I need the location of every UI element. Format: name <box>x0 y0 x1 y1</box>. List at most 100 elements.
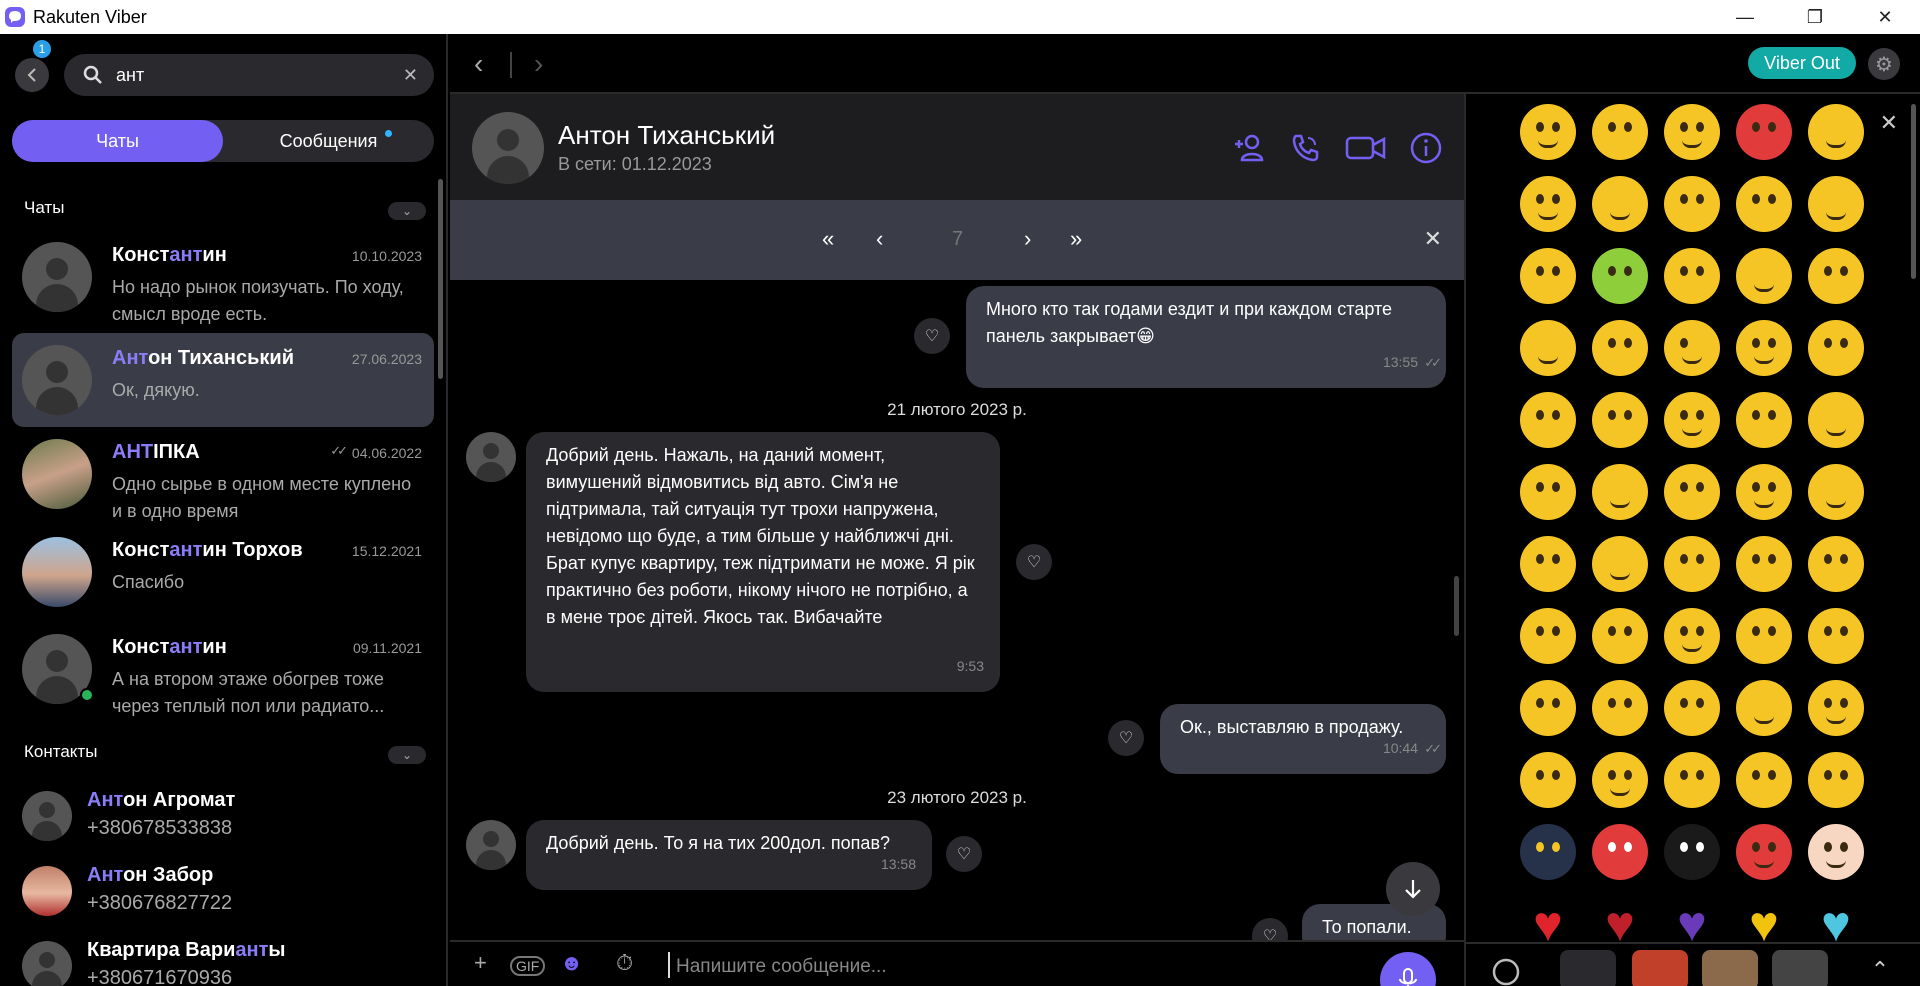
eye-roll-emoji-icon[interactable] <box>1736 536 1792 592</box>
devil-emoji-icon[interactable] <box>1736 824 1792 880</box>
sticker-pack-tab[interactable] <box>1702 950 1758 986</box>
side-eye-emoji-icon[interactable] <box>1520 752 1576 808</box>
looking-up-emoji-icon[interactable] <box>1808 752 1864 808</box>
microphone-button[interactable] <box>1380 952 1436 986</box>
happy-emoji-icon[interactable] <box>1808 176 1864 232</box>
sick-emoji-icon[interactable] <box>1592 248 1648 304</box>
pouty-emoji-icon[interactable] <box>1808 248 1864 304</box>
sticker-pack-tab[interactable] <box>1632 950 1688 986</box>
message-input[interactable]: Напишите сообщение... <box>676 956 887 978</box>
teary-emoji-icon[interactable] <box>1664 680 1720 736</box>
avatar[interactable] <box>472 112 544 184</box>
phone-call-icon[interactable] <box>1288 130 1324 166</box>
ninja-emoji-icon[interactable] <box>1520 824 1576 880</box>
laugh-emoji-icon[interactable] <box>1592 176 1648 232</box>
wink-tongue-emoji-icon[interactable] <box>1664 104 1720 160</box>
money-emoji-icon[interactable] <box>1520 320 1576 376</box>
excited-emoji-icon[interactable] <box>1736 320 1792 376</box>
music-emoji-icon[interactable] <box>1736 680 1792 736</box>
close-search-icon[interactable]: ✕ <box>1424 226 1442 252</box>
angry-emoji-icon[interactable] <box>1736 104 1792 160</box>
emoji-scrollbar[interactable] <box>1911 104 1916 279</box>
sticker-pack-tab[interactable] <box>1772 950 1828 986</box>
chat-row[interactable]: Константин 09.11.2021 А на втором этаже … <box>12 622 434 716</box>
add-participant-icon[interactable] <box>1232 130 1268 166</box>
search-bar[interactable]: ✕ <box>64 54 434 96</box>
tears-of-joy-emoji-icon[interactable] <box>1592 464 1648 520</box>
tab-messages[interactable]: Сообщения <box>223 120 434 162</box>
pleading-emoji-icon[interactable] <box>1808 608 1864 664</box>
thinking-emoji-icon[interactable] <box>1664 752 1720 808</box>
first-result-icon[interactable]: « <box>822 226 834 252</box>
like-heart-icon[interactable]: ♡ <box>914 318 950 354</box>
grimace-emoji-icon[interactable] <box>1520 608 1576 664</box>
unamused-emoji-icon[interactable] <box>1736 608 1792 664</box>
chat-row[interactable]: Константин Торхов 15.12.2021 Спасибо <box>12 525 434 619</box>
tab-chats[interactable]: Чаты <box>12 120 223 162</box>
nav-back-icon[interactable]: ‹ <box>474 48 483 80</box>
blow-kiss-emoji-icon[interactable] <box>1664 464 1720 520</box>
minimize-button[interactable]: — <box>1710 0 1780 34</box>
contact-row[interactable]: Квартира Варианты +380671670936 <box>12 929 434 986</box>
contact-row[interactable]: Антон Агромат +380678533838 <box>12 779 434 849</box>
grin-emoji-icon[interactable] <box>1736 248 1792 304</box>
neutral-emoji-icon[interactable] <box>1664 536 1720 592</box>
dead-emoji-icon[interactable] <box>1592 536 1648 592</box>
smug-emoji-icon[interactable] <box>1664 608 1720 664</box>
chat-row[interactable]: АНТІПКА ✓✓ 04.06.2022 Одно сырье в одном… <box>12 427 434 521</box>
nerd-emoji-icon[interactable] <box>1664 392 1720 448</box>
mad-emoji-icon[interactable] <box>1520 680 1576 736</box>
like-heart-icon[interactable]: ♡ <box>946 836 982 872</box>
suspicious-emoji-icon[interactable] <box>1592 320 1648 376</box>
previous-result-icon[interactable]: ‹ <box>876 226 883 252</box>
cool-emoji-icon[interactable] <box>1808 392 1864 448</box>
confused-emoji-icon[interactable] <box>1520 536 1576 592</box>
heart-eyes-emoji-icon[interactable] <box>1808 104 1864 160</box>
viber-out-button[interactable]: Viber Out <box>1748 47 1856 79</box>
messages-scrollbar[interactable] <box>1454 576 1459 636</box>
last-result-icon[interactable]: » <box>1070 226 1082 252</box>
video-call-icon[interactable] <box>1344 130 1388 166</box>
angel-emoji-icon[interactable] <box>1808 824 1864 880</box>
gear-icon[interactable]: ⚙ <box>1868 48 1900 80</box>
tongue-emoji-icon[interactable] <box>1520 176 1576 232</box>
like-heart-icon[interactable]: ♡ <box>1252 918 1288 940</box>
emoji-tab-smileys[interactable] <box>1560 950 1616 986</box>
surprised-emoji-icon[interactable] <box>1664 176 1720 232</box>
like-heart-icon[interactable]: ♡ <box>1016 544 1052 580</box>
wink-emoji-icon[interactable] <box>1664 320 1720 376</box>
emoji-search-icon[interactable] <box>1486 950 1542 986</box>
clear-search-icon[interactable]: ✕ <box>403 65 418 86</box>
chat-row-selected[interactable]: Антон Тиханський 27.06.2023 Ок, дякую. <box>12 333 434 427</box>
restore-button[interactable]: ❐ <box>1780 0 1850 34</box>
gasp-emoji-icon[interactable] <box>1592 608 1648 664</box>
spider-emoji-icon[interactable] <box>1592 824 1648 880</box>
sobbing-emoji-icon[interactable] <box>1736 752 1792 808</box>
smirking-emoji-icon[interactable] <box>1592 752 1648 808</box>
smirk-emoji-icon[interactable] <box>1736 392 1792 448</box>
next-result-icon[interactable]: › <box>1024 226 1031 252</box>
left-scrollbar[interactable] <box>438 179 443 379</box>
sticker-icon[interactable]: ☻ <box>560 950 583 976</box>
kiss-emoji-icon[interactable] <box>1736 176 1792 232</box>
search-input[interactable] <box>116 64 386 86</box>
dizzy-emoji-icon[interactable] <box>1592 392 1648 448</box>
meh-emoji-icon[interactable] <box>1808 320 1864 376</box>
bat-mask-emoji-icon[interactable] <box>1664 824 1720 880</box>
nav-forward-icon[interactable]: › <box>534 48 543 80</box>
plus-icon[interactable]: + <box>474 950 487 976</box>
message-bubble-out[interactable]: Ок., выставляю в продажу. 10:44 ✓✓ <box>1160 704 1446 774</box>
grumpy-emoji-icon[interactable] <box>1808 536 1864 592</box>
back-button[interactable] <box>15 58 49 92</box>
like-heart-icon[interactable]: ♡ <box>1108 720 1144 756</box>
chevron-up-icon[interactable]: ⌃ <box>1852 950 1908 986</box>
smile-emoji-icon[interactable] <box>1520 104 1576 160</box>
contact-row[interactable]: Антон Забор +380676827722 <box>12 854 434 924</box>
message-bubble-in[interactable]: Добрий день. Нажаль, на даний момент, ви… <box>526 432 1000 692</box>
big-grin-emoji-icon[interactable] <box>1808 464 1864 520</box>
timer-icon[interactable]: ⏱ <box>616 950 633 976</box>
crying-emoji-icon[interactable] <box>1520 248 1576 304</box>
gif-icon[interactable]: GIF <box>510 956 546 976</box>
message-bubble-out[interactable]: Много кто так годами ездит и при каждом … <box>966 286 1446 388</box>
disappointed-emoji-icon[interactable] <box>1520 392 1576 448</box>
